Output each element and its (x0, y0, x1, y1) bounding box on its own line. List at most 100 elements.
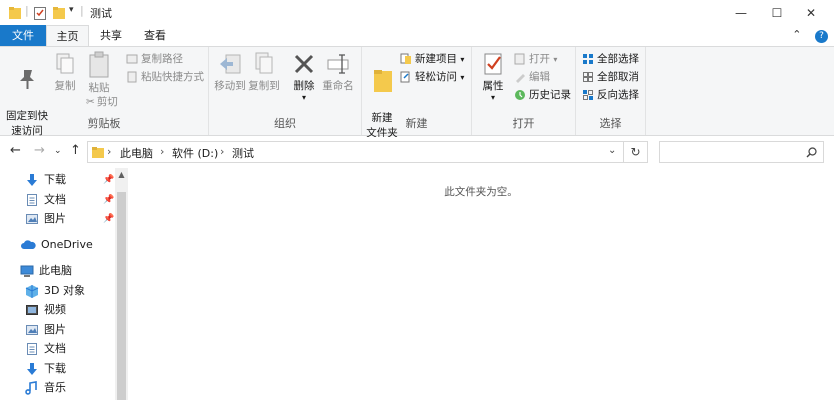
new-group-label: 新建 (405, 117, 428, 130)
scissors-icon: ✂ (86, 96, 95, 108)
copy-to-label: 复制到 (248, 80, 280, 92)
empty-folder-message: 此文件夹为空。 (444, 186, 518, 198)
edit-label: 编辑 (529, 71, 550, 83)
easy-access-label: 轻松访问 (415, 71, 457, 83)
computer-icon (20, 265, 34, 277)
nav-item-label: 下载 (44, 173, 66, 186)
address-bar[interactable]: › 此电脑 › 软件 (D:) › 测试 ⌄ (87, 141, 624, 163)
collapse-ribbon-icon[interactable]: ⌃ (792, 28, 801, 41)
file-list-pane[interactable]: 此文件夹为空。 (128, 168, 834, 400)
invert-selection-label: 反向选择 (597, 89, 639, 101)
paste-icon (89, 51, 109, 78)
download-icon (27, 363, 37, 375)
nav-item-documents-pinned[interactable]: 文档 (25, 190, 66, 210)
invert-selection-button[interactable]: 反向选择 (582, 87, 639, 104)
select-none-icon (583, 72, 593, 82)
breadcrumb-current-folder[interactable]: 测试 (232, 145, 254, 161)
cut-button[interactable]: ✂ 剪切 (86, 95, 124, 110)
separator: | (25, 4, 29, 17)
move-to-label: 移动到 (214, 80, 246, 92)
move-to-button[interactable]: 移动到 (213, 51, 247, 94)
select-all-label: 全部选择 (597, 53, 639, 65)
nav-item-this-pc[interactable]: 此电脑 (20, 261, 72, 281)
paste-shortcut-icon (127, 71, 137, 83)
rename-button[interactable]: 重命名 (321, 51, 355, 94)
copy-button[interactable]: 复制 (52, 51, 78, 94)
tab-share[interactable]: 共享 (89, 25, 133, 46)
properties-button[interactable]: 属性 ▾ (480, 51, 506, 102)
nav-item-music[interactable]: 音乐 (25, 378, 66, 398)
delete-button[interactable]: 删除 ▾ (291, 51, 317, 102)
breadcrumb-drive-d[interactable]: 软件 (D:) (172, 145, 218, 161)
back-arrow-icon[interactable]: ← (10, 143, 21, 158)
edit-button[interactable]: 编辑 (514, 69, 550, 86)
paste-shortcut-button[interactable]: 粘贴快捷方式 (126, 69, 204, 86)
delete-icon (294, 54, 314, 74)
cut-label: 剪切 (96, 96, 118, 108)
video-icon (26, 305, 38, 315)
customize-toolbar-icon[interactable]: ▾ (69, 5, 74, 15)
forward-arrow-icon[interactable]: → (34, 143, 45, 158)
open-group: 属性 ▾ 打开 ▾ 编辑 历史记录 打开 (472, 47, 576, 135)
copy-path-button[interactable]: 复制路径 (126, 51, 183, 68)
organize-group-label: 组织 (274, 117, 296, 130)
ribbon: 固定到快 速访问 复制 粘贴 ✂ 剪切 复制路径 粘贴快捷方式 剪贴板 移动到 … (0, 46, 834, 139)
pin-icon (20, 70, 34, 89)
chevron-down-icon[interactable]: ⌄ (608, 145, 616, 156)
up-arrow-icon[interactable]: ↑ (70, 143, 81, 158)
nav-item-documents[interactable]: 文档 (25, 339, 66, 359)
history-button[interactable]: 历史记录 (514, 87, 571, 104)
nav-item-3d-objects[interactable]: 3D 对象 (25, 281, 85, 301)
new-item-label: 新建项目 (415, 53, 457, 65)
separator: | (80, 4, 84, 17)
document-icon (27, 194, 37, 206)
paste-button[interactable]: 粘贴 (84, 51, 114, 96)
tab-view[interactable]: 查看 (133, 25, 177, 46)
chevron-right-icon: › (220, 145, 225, 158)
new-folder-icon (374, 70, 392, 92)
navigation-pane: 下载 📌 文档 📌 图片 📌 OneDrive 此电脑 3D 对象 视频 图片 … (0, 168, 128, 400)
cloud-icon (21, 240, 36, 249)
easy-access-button[interactable]: 轻松访问 ▾ (400, 69, 464, 86)
nav-item-label: 音乐 (44, 381, 66, 394)
tab-home[interactable]: 主页 (46, 25, 89, 46)
nav-item-pictures[interactable]: 图片 (25, 320, 66, 340)
properties-icon[interactable] (33, 5, 47, 21)
breadcrumb-this-pc[interactable]: 此电脑 (120, 145, 153, 161)
nav-item-label: 3D 对象 (44, 284, 85, 297)
tab-file[interactable]: 文件 (0, 25, 46, 46)
scrollbar-thumb[interactable] (117, 192, 126, 400)
chevron-down-icon: ▾ (490, 93, 495, 102)
properties-label: 属性 (482, 80, 504, 92)
close-button[interactable]: ✕ (788, 0, 834, 25)
nav-item-label: 文档 (44, 193, 66, 206)
title-bar: | ▾ | 测试 — ☐ ✕ (0, 0, 834, 25)
nav-item-downloads[interactable]: 下载 (25, 359, 66, 379)
scroll-up-icon[interactable]: ▲ (115, 170, 128, 179)
nav-pane-scrollbar[interactable]: ▲ (115, 168, 128, 400)
document-icon (27, 343, 37, 355)
new-folder-icon[interactable] (52, 5, 66, 21)
rename-label: 重命名 (322, 80, 354, 92)
rename-icon (327, 54, 349, 74)
chevron-down-icon: ▾ (301, 93, 306, 102)
refresh-button[interactable]: ↻ (624, 141, 648, 163)
copy-to-button[interactable]: 复制到 (247, 51, 281, 94)
nav-item-downloads-pinned[interactable]: 下载 (25, 170, 66, 190)
help-icon[interactable]: ? (815, 30, 828, 43)
invert-selection-icon (583, 90, 593, 100)
new-item-button[interactable]: 新建项目 ▾ (400, 51, 464, 68)
recent-locations-icon[interactable]: ⌄ (54, 146, 62, 156)
easy-access-icon (400, 71, 410, 83)
chevron-right-icon: › (107, 145, 112, 158)
nav-item-label: 视频 (44, 303, 66, 316)
nav-item-videos[interactable]: 视频 (25, 300, 66, 320)
search-input[interactable] (659, 141, 824, 163)
select-group: 全部选择 全部取消 反向选择 选择 (576, 47, 646, 135)
open-icon (514, 53, 525, 65)
select-none-button[interactable]: 全部取消 (582, 69, 639, 86)
select-all-button[interactable]: 全部选择 (582, 51, 639, 68)
nav-item-pictures-pinned[interactable]: 图片 (25, 209, 66, 229)
nav-item-onedrive[interactable]: OneDrive (20, 235, 93, 255)
open-button[interactable]: 打开 ▾ (514, 51, 557, 68)
